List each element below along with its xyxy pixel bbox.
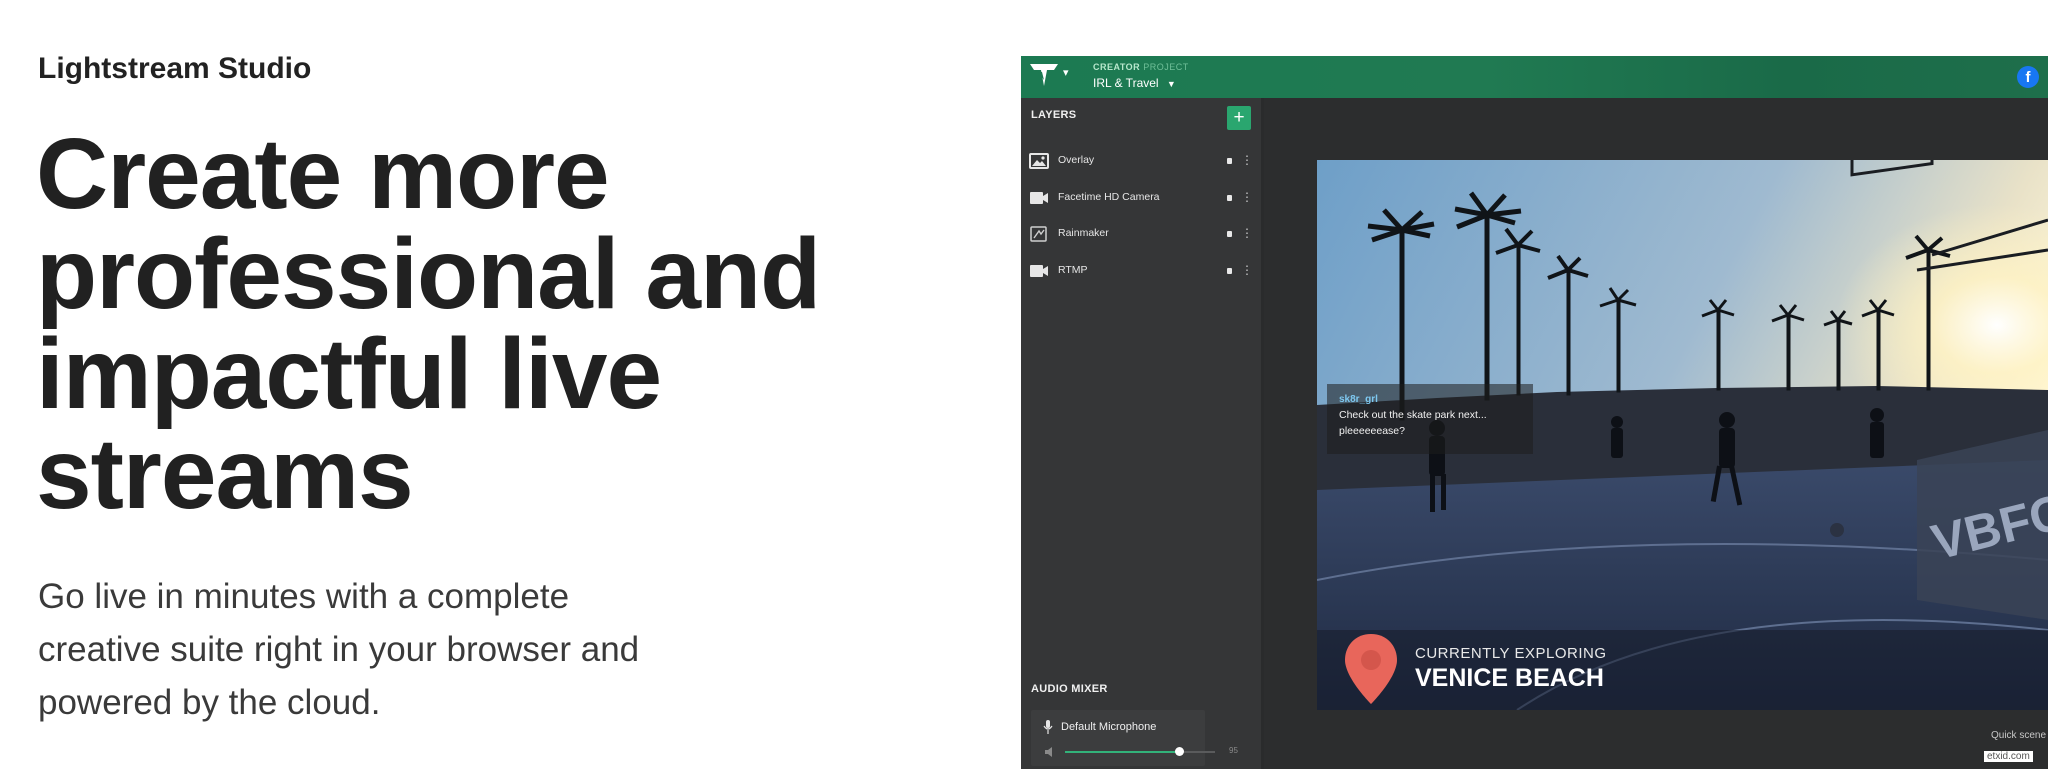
project-selector[interactable]: IRL & Travel ▼ xyxy=(1093,76,1176,90)
headline-line: professional and xyxy=(36,218,821,330)
location-pin-icon xyxy=(1345,634,1397,704)
hero-headline: Create more professional and impactful l… xyxy=(36,124,896,524)
layer-item-rtmp[interactable]: RTMP ⋮ xyxy=(1021,256,1261,286)
layer-label: Facetime HD Camera xyxy=(1058,191,1160,203)
location-lower-third: CURRENTLY EXPLORING VENICE BEACH xyxy=(1341,630,1669,710)
layer-item-facetime-camera[interactable]: Facetime HD Camera ⋮ xyxy=(1021,183,1261,213)
layer-label: Overlay xyxy=(1058,154,1095,166)
audio-channel-default-microphone: Default Microphone 95 xyxy=(1031,710,1238,766)
facebook-icon: f xyxy=(2025,69,2031,86)
layer-visibility-toggle[interactable] xyxy=(1227,158,1232,164)
description-line: Go live in minutes with a complete xyxy=(38,577,570,616)
volume-slider[interactable] xyxy=(1065,747,1215,756)
location-kicker: CURRENTLY EXPLORING xyxy=(1415,645,1607,662)
watermark: etxid.com xyxy=(1984,751,2033,762)
layer-visibility-toggle[interactable] xyxy=(1227,231,1232,237)
audio-channel-label: Default Microphone xyxy=(1061,721,1157,733)
logo-menu-chevron-icon[interactable]: ▾ xyxy=(1063,66,1069,79)
quick-scene-label[interactable]: Quick scene xyxy=(1991,730,2046,741)
layer-label: RTMP xyxy=(1058,264,1088,276)
layer-visibility-toggle[interactable] xyxy=(1227,195,1232,201)
hero-description: Go live in minutes with a complete creat… xyxy=(38,570,738,729)
description-line: creative suite right in your browser and xyxy=(38,630,640,669)
chat-username: sk8r_grl xyxy=(1339,394,1378,405)
audio-mixer-title: AUDIO MIXER xyxy=(1031,683,1108,695)
more-options-icon[interactable]: ⋮ xyxy=(1241,189,1253,205)
layer-item-rainmaker[interactable]: Rainmaker ⋮ xyxy=(1021,219,1261,249)
speaker-icon[interactable] xyxy=(1045,747,1057,757)
chat-message-overlay: sk8r_grl Check out the skate park next..… xyxy=(1327,384,1533,454)
layer-visibility-toggle[interactable] xyxy=(1227,268,1232,274)
rainmaker-icon xyxy=(1030,226,1047,242)
lightstream-logo-icon[interactable] xyxy=(1027,60,1061,92)
layer-label: Rainmaker xyxy=(1058,227,1109,239)
video-camera-icon xyxy=(1030,265,1048,277)
project-tier: CREATOR xyxy=(1093,62,1141,72)
stream-preview[interactable]: VBFC sk8r_grl Check out the skate park n… xyxy=(1317,160,2048,710)
project-kicker-label: PROJECT xyxy=(1143,62,1189,72)
description-line: powered by the cloud. xyxy=(38,683,381,722)
more-options-icon[interactable]: ⋮ xyxy=(1241,262,1253,278)
studio-app-screenshot: ▾ CREATOR PROJECT IRL & Travel ▼ f LAYER… xyxy=(1021,56,2048,769)
headline-line: Create more xyxy=(36,118,610,230)
chat-message-text: Check out the skate park next... pleeeee… xyxy=(1339,409,1487,437)
video-camera-icon xyxy=(1030,192,1048,204)
app-topbar: ▾ CREATOR PROJECT IRL & Travel ▼ f xyxy=(1021,56,2048,98)
project-name: IRL & Travel xyxy=(1093,76,1159,90)
layer-item-overlay[interactable]: Overlay ⋮ xyxy=(1021,146,1261,176)
headline-line: streams xyxy=(36,418,414,530)
facebook-destination-button[interactable]: f xyxy=(2017,66,2039,88)
more-options-icon[interactable]: ⋮ xyxy=(1241,225,1253,241)
brand-eyebrow: Lightstream Studio xyxy=(38,52,312,85)
layers-title: LAYERS xyxy=(1031,109,1077,121)
location-name: VENICE BEACH xyxy=(1415,664,1604,692)
chevron-down-icon: ▼ xyxy=(1166,79,1176,89)
microphone-icon xyxy=(1043,720,1053,734)
layers-sidebar: LAYERS + Overlay ⋮ Facetime HD Camera ⋮ xyxy=(1021,98,1261,769)
headline-line: impactful live xyxy=(36,318,662,430)
project-kicker: CREATOR PROJECT xyxy=(1093,62,1189,72)
volume-slider-fill xyxy=(1065,751,1179,753)
more-options-icon[interactable]: ⋮ xyxy=(1241,152,1253,168)
add-layer-button[interactable]: + xyxy=(1227,106,1251,130)
volume-value: 95 xyxy=(1229,746,1238,755)
image-icon xyxy=(1029,153,1049,169)
volume-slider-handle[interactable] xyxy=(1175,747,1184,756)
plus-icon: + xyxy=(1233,107,1245,128)
